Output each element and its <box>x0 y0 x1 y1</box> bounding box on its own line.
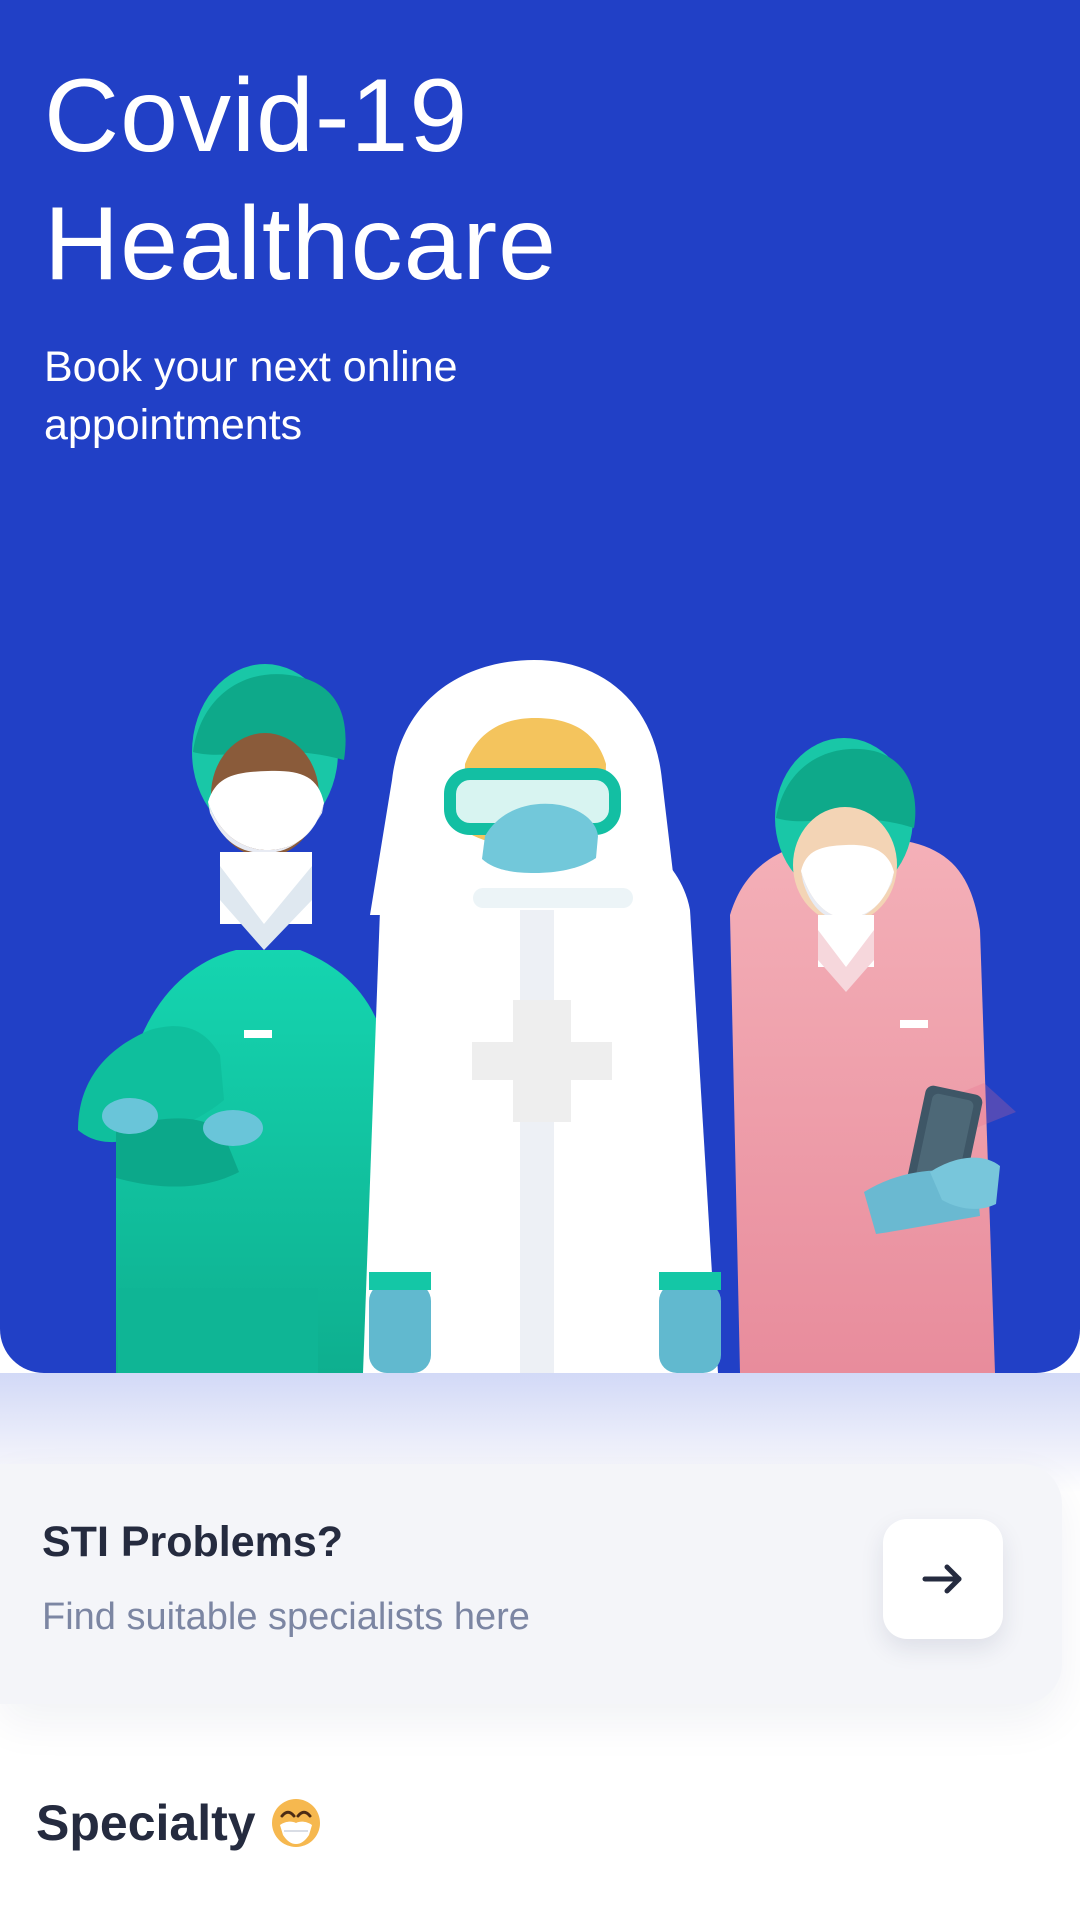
right-healthcare-worker <box>730 738 1016 1373</box>
hero-subtitle: Book your next online appointments <box>44 343 458 449</box>
left-healthcare-worker <box>78 664 390 1373</box>
sti-problems-card[interactable]: STI Problems? Find suitable specialists … <box>0 1464 1062 1704</box>
hero-title: Covid-19 Healthcare <box>44 58 557 302</box>
specialty-heading: Specialty <box>36 1794 322 1852</box>
hero-banner: Covid-19 Healthcare Book your next onlin… <box>0 0 1080 1373</box>
arrow-right-icon <box>922 1564 962 1594</box>
sti-open-button[interactable] <box>883 1519 1003 1639</box>
sti-card-title: STI Problems? <box>42 1518 344 1566</box>
specialty-title: Specialty <box>36 1795 256 1851</box>
sti-card-subtitle: Find suitable specialists here <box>42 1596 530 1638</box>
healthcare-workers-illustration <box>78 660 1016 1373</box>
center-healthcare-worker <box>363 660 721 1373</box>
face-with-medical-mask-emoji-icon <box>271 1799 320 1847</box>
